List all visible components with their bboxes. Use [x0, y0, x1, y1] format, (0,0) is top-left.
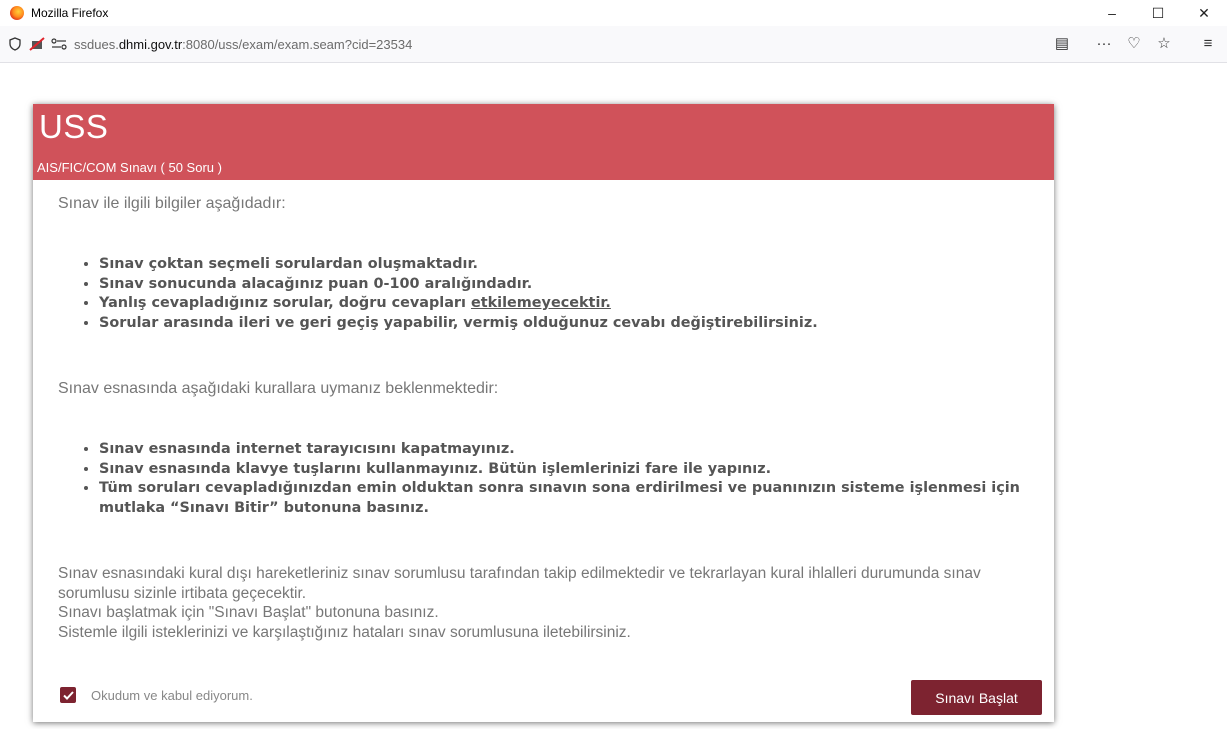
accept-checkbox[interactable] — [60, 687, 76, 703]
window-title: Mozilla Firefox — [31, 6, 109, 20]
insecure-connection-icon[interactable] — [26, 33, 48, 55]
list-item: Sorular arasında ileri ve geri geçiş yap… — [99, 314, 818, 334]
list-item: Yanlış cevapladığınız sorular, doğru cev… — [99, 294, 818, 314]
page-title: USS — [39, 108, 109, 145]
exam-info-heading: Sınav ile ilgili bilgiler aşağıdadır: — [58, 195, 286, 212]
footer-notes: Sınav esnasındaki kural dışı hareketleri… — [58, 564, 1043, 642]
list-item-text: Yanlış cevapladığınız sorular, doğru cev… — [99, 295, 471, 311]
list-item: Sınav sonucunda alacağınız puan 0-100 ar… — [99, 275, 818, 295]
bookmark-star-icon[interactable]: ☆ — [1151, 32, 1177, 54]
list-item: Tüm soruları cevapladığınızdan emin oldu… — [99, 479, 1029, 518]
list-item: Sınav esnasında klavye tuşlarını kullanm… — [99, 460, 1029, 480]
exam-info-list: Sınav çoktan seçmeli sorulardan oluşmakt… — [83, 255, 818, 333]
underlined-text: etkilemeyecektir. — [470, 295, 611, 311]
rules-heading: Sınav esnasında aşağıdaki kurallara uyma… — [58, 380, 499, 397]
url-host: dhmi.gov.tr — [118, 36, 183, 52]
reader-view-icon[interactable]: ▤ — [1049, 32, 1075, 54]
exam-info-card: USS AIS/FIC/COM Sınavı ( 50 Soru ) Sınav… — [33, 104, 1054, 722]
rules-list: Sınav esnasında internet tarayıcısını ka… — [83, 440, 1029, 518]
card-header: USS AIS/FIC/COM Sınavı ( 50 Soru ) — [33, 104, 1054, 180]
list-item: Sınav çoktan seçmeli sorulardan oluşmakt… — [99, 255, 818, 275]
address-bar[interactable]: ssdues.dhmi.gov.tr:8080/uss/exam/exam.se… — [4, 30, 1084, 58]
footer-note: Sınavı başlatmak için "Sınavı Başlat" bu… — [58, 604, 439, 621]
accept-label[interactable]: Okudum ve kabul ediyorum. — [91, 688, 253, 703]
url-suffix: :8080/uss/exam/exam.seam?cid=23534 — [182, 36, 413, 52]
checkmark-icon — [62, 690, 74, 700]
toolbar-right: ▤ ··· ♡ ☆ ≡ — [1049, 32, 1221, 54]
footer-note: Sınav esnasındaki kural dışı hareketleri… — [58, 565, 981, 602]
footer-note: Sistemle ilgili isteklerinizi ve karşıla… — [58, 623, 631, 641]
exam-subtitle: AIS/FIC/COM Sınavı ( 50 Soru ) — [37, 160, 222, 175]
firefox-logo-icon — [10, 6, 24, 20]
accept-row: Okudum ve kabul ediyorum. — [60, 687, 253, 703]
shield-icon[interactable] — [4, 33, 26, 55]
minimize-button[interactable]: – — [1089, 0, 1135, 26]
more-actions-icon[interactable]: ··· — [1091, 32, 1117, 54]
pocket-icon[interactable]: ♡ — [1121, 32, 1147, 54]
list-item: Sınav esnasında internet tarayıcısını ka… — [99, 440, 1029, 460]
url-prefix: ssdues. — [74, 36, 119, 52]
maximize-button[interactable]: ☐ — [1135, 0, 1181, 26]
start-exam-button[interactable]: Sınavı Başlat — [911, 680, 1042, 715]
title-bar: Mozilla Firefox – ☐ ✕ — [0, 0, 1227, 26]
close-button[interactable]: ✕ — [1181, 0, 1227, 26]
navigation-bar: ssdues.dhmi.gov.tr:8080/uss/exam/exam.se… — [0, 26, 1227, 63]
url-text[interactable]: ssdues.dhmi.gov.tr:8080/uss/exam/exam.se… — [74, 37, 412, 52]
hamburger-menu-icon[interactable]: ≡ — [1195, 32, 1221, 54]
permissions-icon[interactable] — [48, 33, 70, 55]
window-controls: – ☐ ✕ — [1089, 0, 1227, 26]
